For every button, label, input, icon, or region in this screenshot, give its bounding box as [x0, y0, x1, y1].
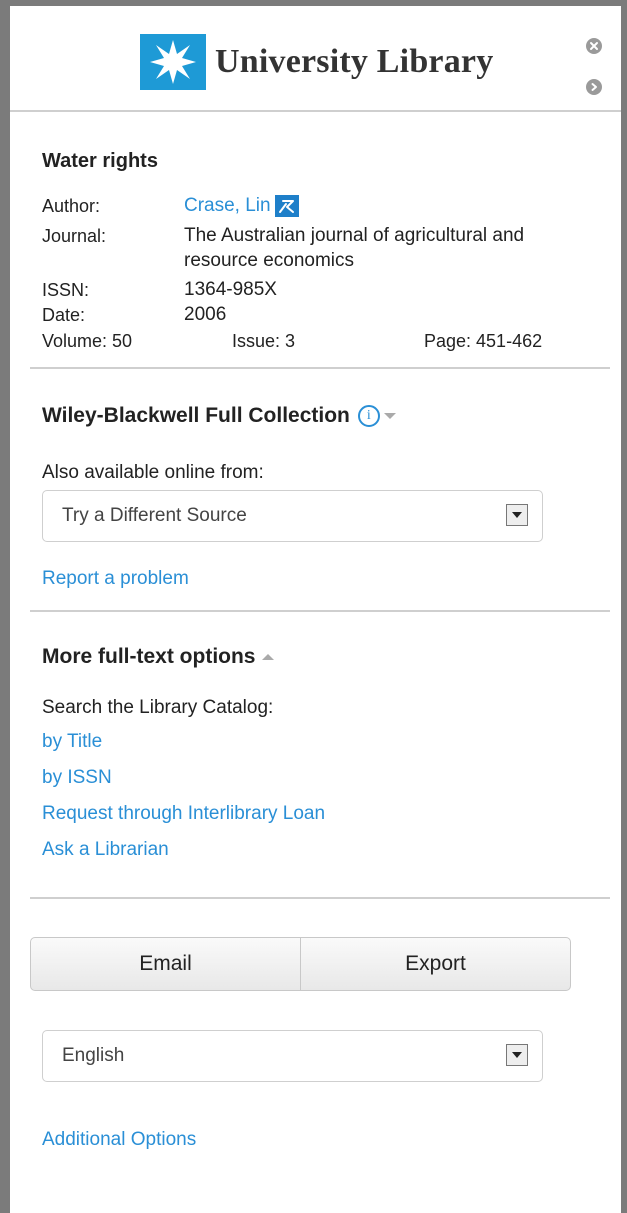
language-select[interactable]: English: [42, 1030, 543, 1082]
journal-value-2: resource economics: [184, 250, 355, 271]
date-value: 2006: [184, 304, 227, 325]
search-catalog-label: Search the Library Catalog:: [42, 697, 274, 718]
link-by-issn-row: by ISSN: [42, 767, 112, 789]
by-issn-link[interactable]: by ISSN: [42, 767, 112, 788]
info-icon[interactable]: i: [357, 405, 380, 427]
library-logo: University Library: [140, 32, 493, 92]
close-icon[interactable]: [586, 38, 602, 54]
journal-value-1: The Australian journal of agricultural a…: [184, 225, 525, 246]
link-by-title-row: by Title: [42, 731, 102, 753]
author-row: Crase, Lin: [184, 195, 299, 217]
author-search-icon[interactable]: [274, 195, 299, 217]
issn-label: ISSN:: [42, 280, 90, 300]
header: University Library: [10, 6, 621, 112]
source-select-value: Try a Different Source: [62, 505, 247, 526]
more-header: More full-text options: [42, 645, 622, 669]
page-range: Page: 451-462: [424, 331, 543, 351]
divider: [30, 610, 610, 612]
more-title: More full-text options: [42, 645, 256, 668]
additional-options-link[interactable]: Additional Options: [42, 1129, 196, 1150]
ask-librarian-link[interactable]: Ask a Librarian: [42, 839, 169, 860]
article-title: Water rights: [42, 150, 158, 172]
dropdown-arrow-icon[interactable]: [506, 1044, 528, 1066]
link-ill-row: Request through Interlibrary Loan: [42, 803, 325, 825]
email-button[interactable]: Email: [31, 938, 300, 990]
interlibrary-loan-link[interactable]: Request through Interlibrary Loan: [42, 803, 325, 824]
also-available-label: Also available online from:: [42, 462, 264, 483]
star-logo-icon: [140, 34, 206, 90]
language-select-value: English: [62, 1045, 125, 1066]
export-button[interactable]: Export: [300, 938, 570, 990]
issn-value: 1364-985X: [184, 279, 277, 300]
issue: Issue: 3: [232, 331, 296, 351]
record-title: Water rights: [42, 150, 622, 173]
chevron-up-icon[interactable]: [261, 654, 274, 660]
divider: [30, 367, 610, 369]
additional-options-row: Additional Options: [42, 1129, 196, 1151]
library-title: University Library: [215, 43, 494, 80]
volume: Volume: 50: [42, 331, 133, 351]
dropdown-arrow-icon[interactable]: [506, 504, 528, 526]
report-problem-link[interactable]: Report a problem: [42, 568, 189, 589]
journal-label: Journal:: [42, 226, 107, 246]
collection-title: Wiley-Blackwell Full Collection: [42, 404, 350, 427]
by-title-link[interactable]: by Title: [42, 731, 102, 752]
date-label: Date:: [42, 305, 86, 325]
chevron-down-icon[interactable]: [383, 413, 396, 419]
divider: [30, 897, 610, 899]
chevron-right-icon[interactable]: [586, 79, 602, 95]
report-problem-row: Report a problem: [42, 568, 189, 590]
author-label: Author:: [42, 196, 101, 216]
author-link[interactable]: Crase, Lin: [184, 195, 271, 217]
source-select[interactable]: Try a Different Source: [42, 490, 543, 542]
fulltext-header: Wiley-Blackwell Full Collection i: [42, 404, 622, 428]
link-ask-row: Ask a Librarian: [42, 839, 169, 861]
action-button-group: Email Export: [30, 937, 571, 991]
